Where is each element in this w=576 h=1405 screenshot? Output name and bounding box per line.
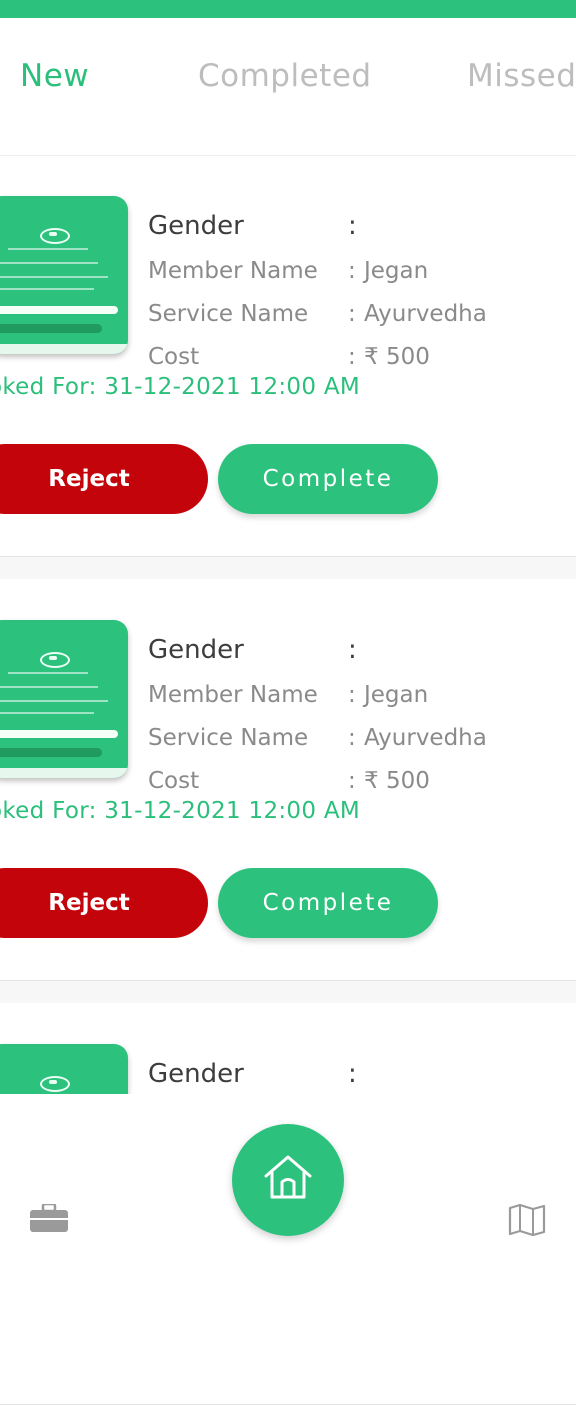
briefcase-icon[interactable] [30,1202,68,1236]
booked-for-text: oked For: 31-12-2021 12:00 AM [0,374,360,400]
service-name-value: Ayurvedha [364,301,487,327]
appointment-card: Gender : Member Name : Jegan Service Nam… [0,156,576,557]
colon: : [348,635,357,665]
cost-value: ₹ 500 [364,768,430,794]
service-name-label: Service Name [148,301,309,327]
member-name-value: Jegan [364,682,429,708]
colon: : [348,682,356,708]
booked-for-text: oked For: 31-12-2021 12:00 AM [0,798,360,824]
card-separator [0,557,576,579]
booked-for-label: oked For: [0,798,97,824]
member-name-label: Member Name [148,682,318,708]
colon: : [348,211,357,241]
colon: : [348,1059,357,1089]
colon: : [348,258,356,284]
cost-label: Cost [148,344,200,370]
colon: : [348,725,356,751]
cost-label: Cost [148,768,200,794]
top-status-bar [0,0,576,18]
booked-for-value: 31-12-2021 12:00 AM [104,798,361,824]
tab-missed[interactable]: Missed [467,58,576,94]
home-button[interactable] [232,1124,344,1236]
colon: : [348,344,356,370]
card-separator [0,981,576,1003]
tab-bar: New Completed Missed [0,18,576,156]
member-name-value: Jegan [364,258,429,284]
colon: : [348,301,356,327]
appointment-card: Gender : Member Name : Jegan Service Nam… [0,580,576,981]
gender-label: Gender [148,1059,244,1089]
tab-new[interactable]: New [20,58,89,94]
booked-for-value: 31-12-2021 12:00 AM [104,374,361,400]
reject-button[interactable]: Reject [0,444,208,514]
service-name-label: Service Name [148,725,309,751]
member-name-label: Member Name [148,258,318,284]
map-icon[interactable] [508,1203,546,1240]
gender-label: Gender [148,211,244,241]
gender-label: Gender [148,635,244,665]
complete-button[interactable]: Complete [218,868,438,938]
cost-value: ₹ 500 [364,344,430,370]
service-name-value: Ayurvedha [364,725,487,751]
service-thumbnail [0,196,128,354]
reject-button[interactable]: Reject [0,868,208,938]
complete-button[interactable]: Complete [218,444,438,514]
service-thumbnail [0,620,128,778]
booked-for-label: oked For: [0,374,97,400]
home-icon [264,1155,312,1199]
colon: : [348,768,356,794]
tab-completed[interactable]: Completed [198,58,372,94]
